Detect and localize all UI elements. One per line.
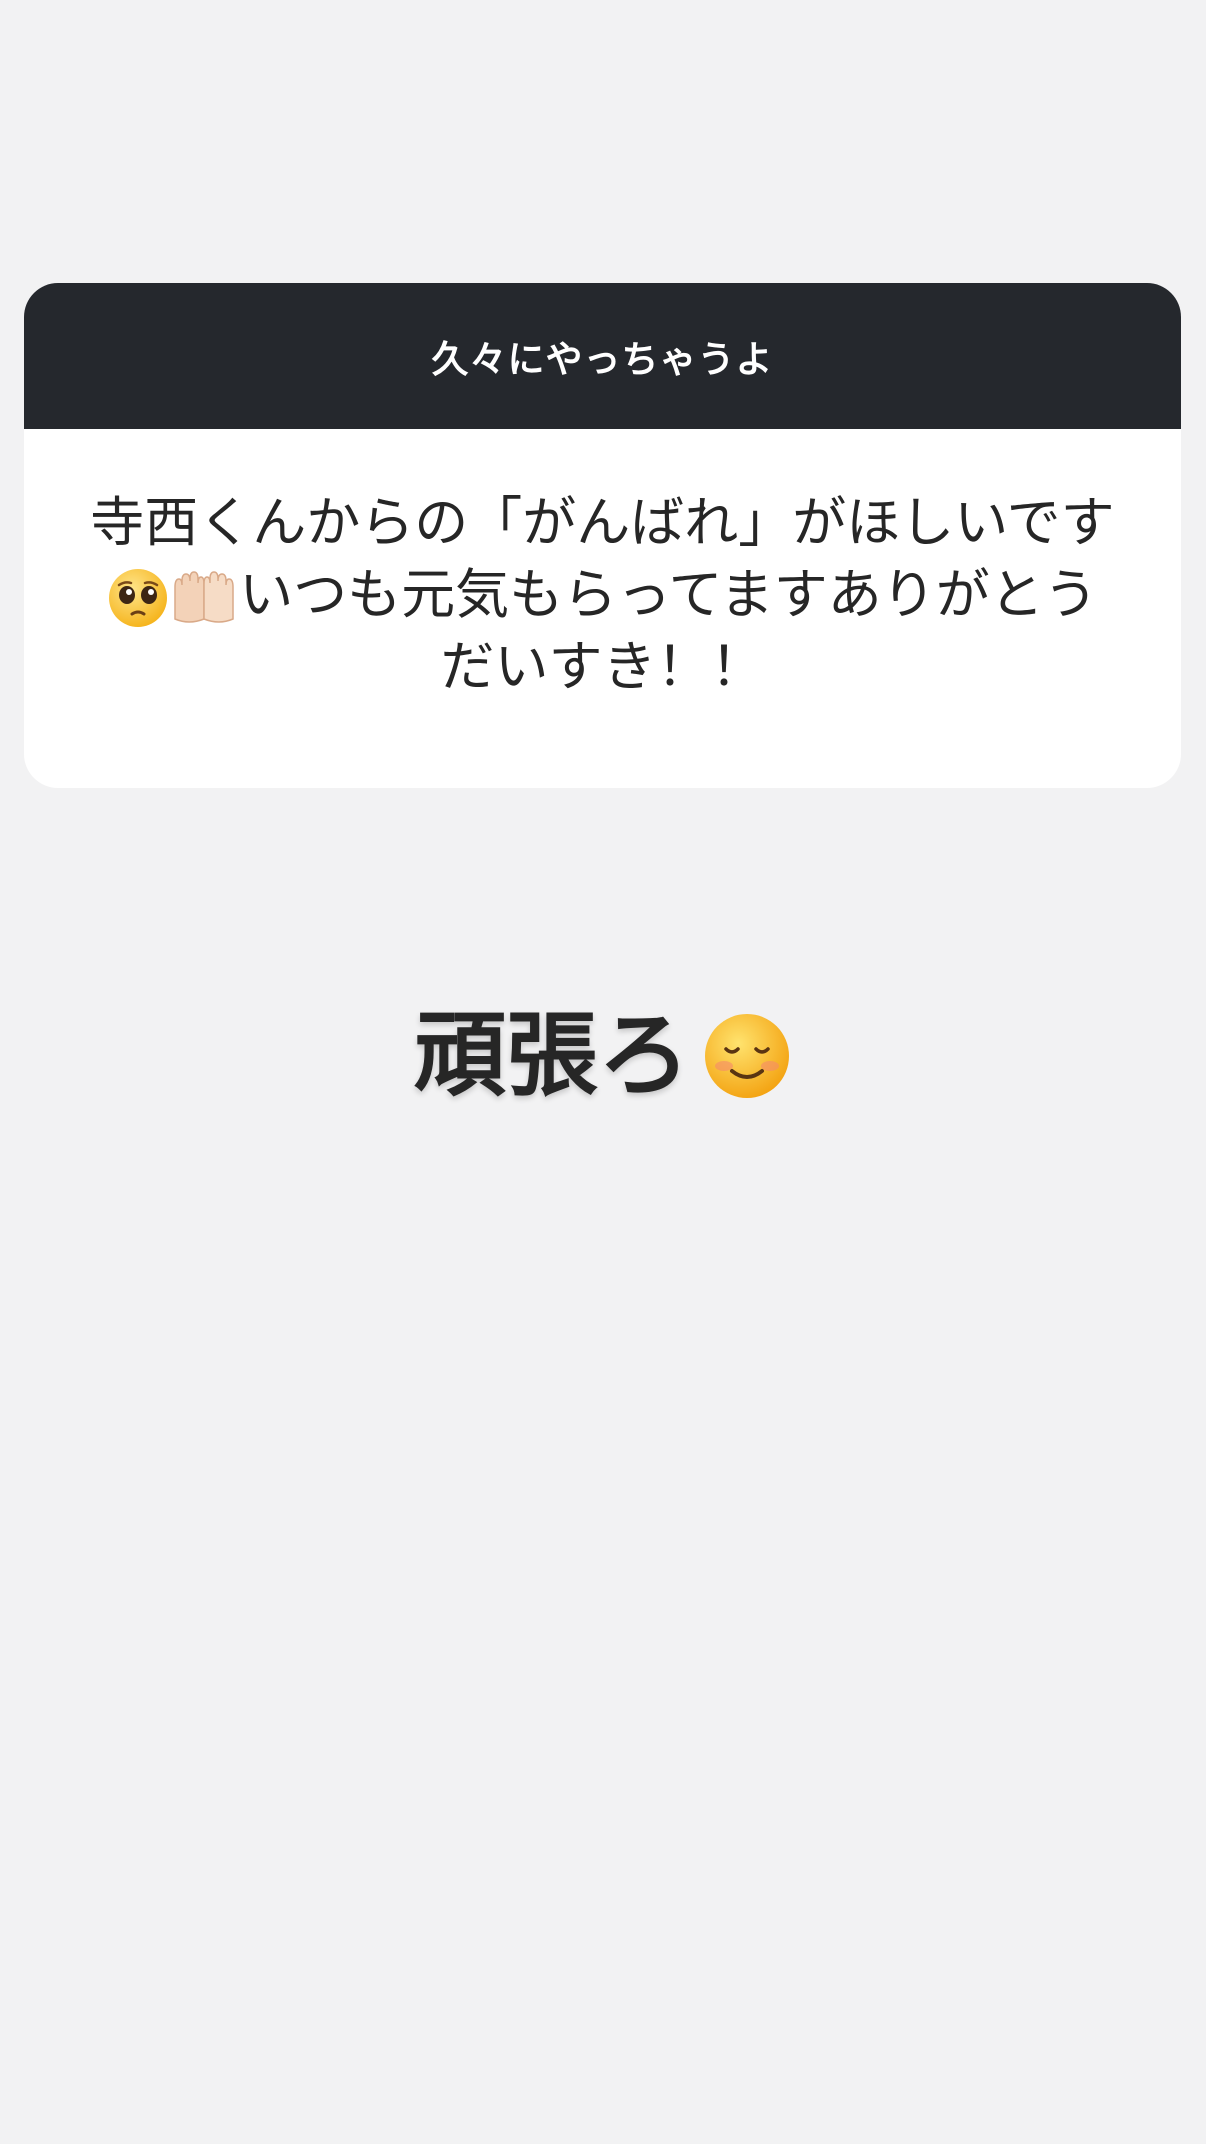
- pleading-face-icon: [107, 567, 169, 629]
- question-line-3: だいすき！！: [440, 635, 765, 698]
- question-card: 久々にやっちゃうよ 寺西くんからの「がんばれ」がほしいです いつも元気もらってま…: [24, 283, 1181, 788]
- answer-text: 頑張ろ: [413, 1002, 690, 1109]
- question-line-2: いつも元気もらってますありがとう: [80, 559, 1125, 631]
- question-text: 寺西くんからの「がんばれ」がほしいです いつも元気もらってますありがとう だいす…: [80, 487, 1125, 703]
- question-card-body: 寺西くんからの「がんばれ」がほしいです いつも元気もらってますありがとう だいす…: [24, 429, 1181, 703]
- question-card-header: 久々にやっちゃうよ: [24, 283, 1181, 429]
- palms-up-together-icon: [169, 567, 239, 629]
- question-line-1: 寺西くんからの「がんばれ」がほしいです: [90, 491, 1115, 554]
- answer-container: 頑張ろ: [0, 1010, 1206, 1102]
- question-prompt-title: 久々にやっちゃうよ: [431, 338, 774, 381]
- question-line-2-text: いつも元気もらってますありがとう: [239, 563, 1098, 626]
- smiling-face-icon: [702, 1011, 792, 1101]
